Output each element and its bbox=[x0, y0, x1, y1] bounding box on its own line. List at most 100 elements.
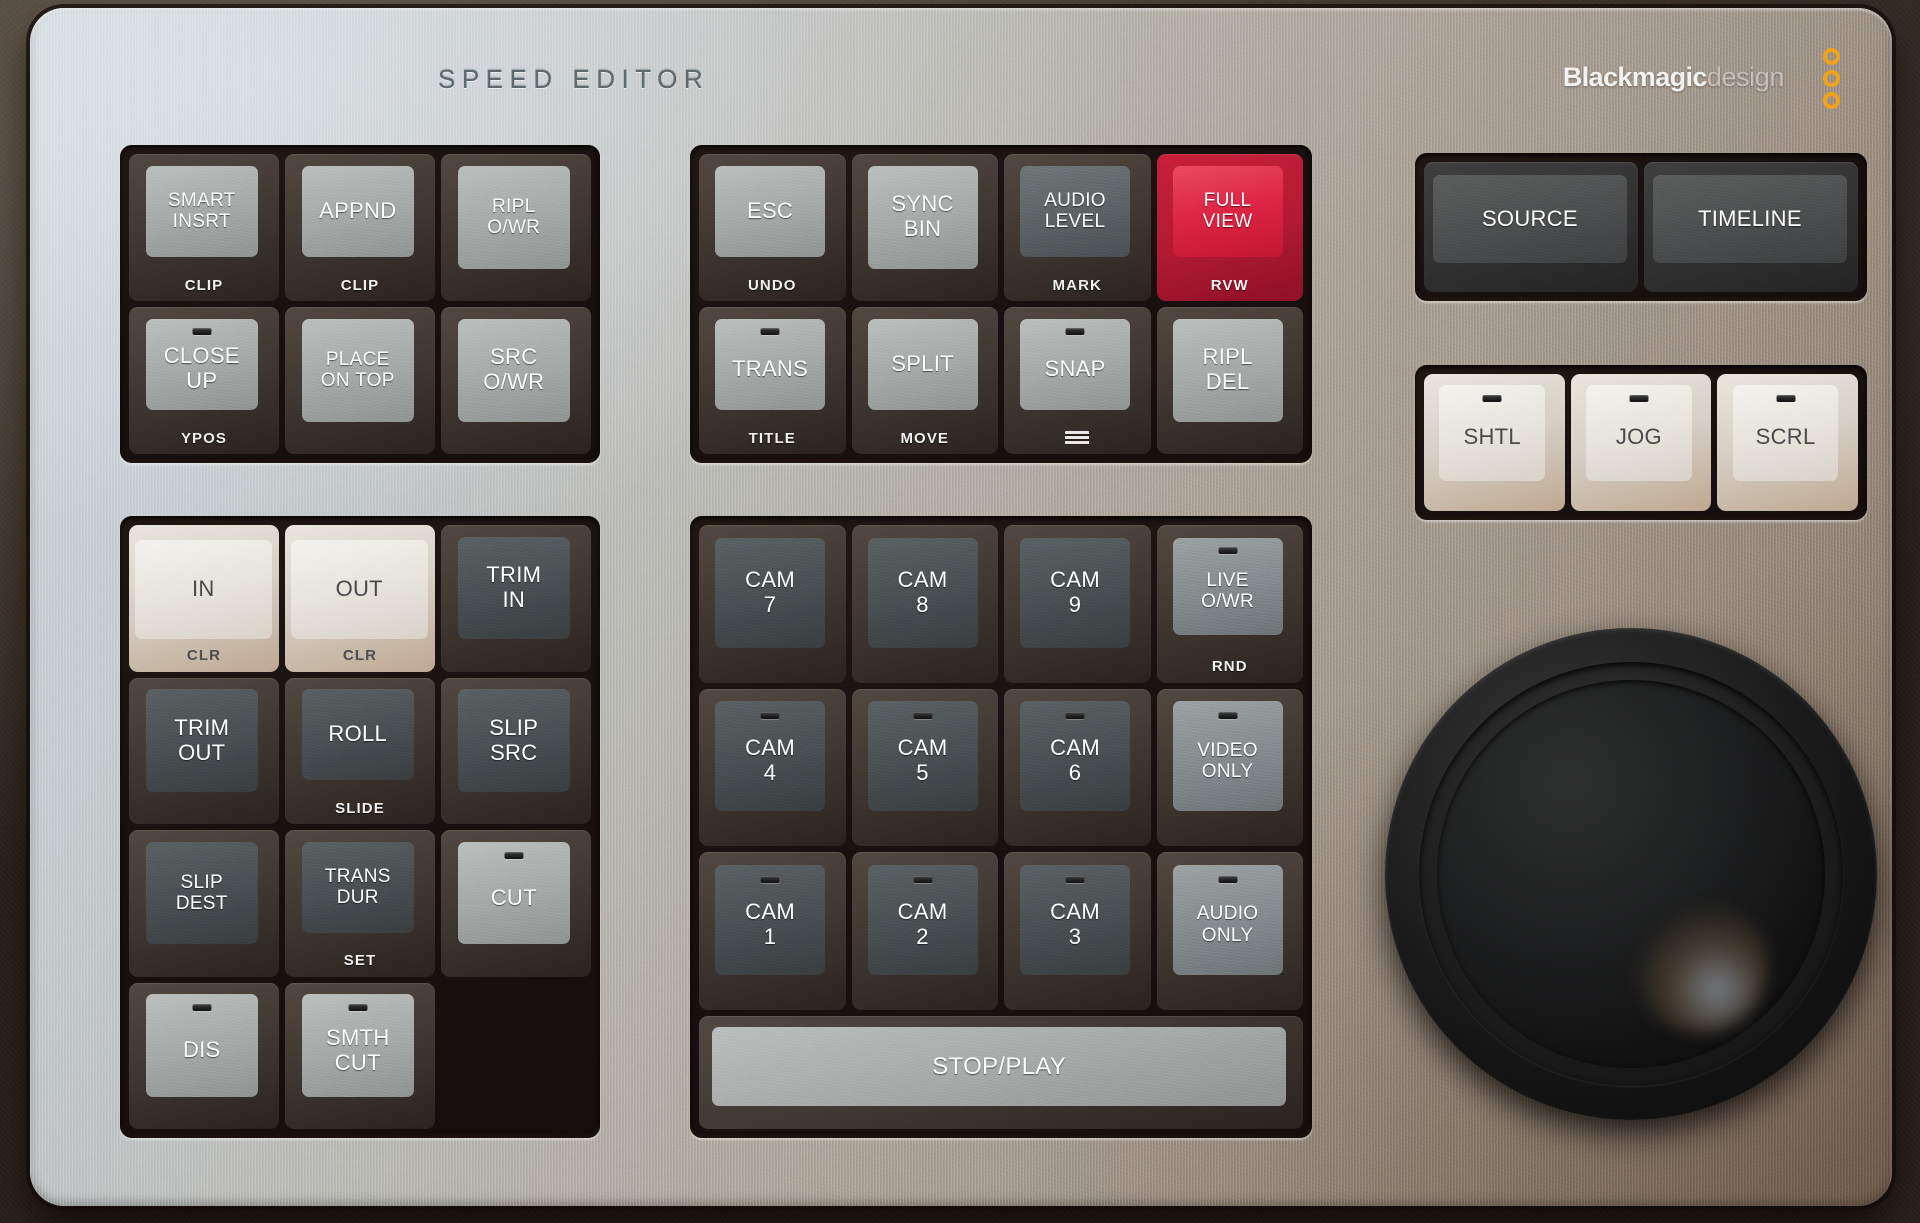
key-trim-in[interactable]: TRIM IN bbox=[441, 525, 591, 672]
key-cam-7[interactable]: CAM 7 bbox=[699, 525, 846, 683]
key-stop-play[interactable]: STOP/PLAY bbox=[699, 1015, 1303, 1129]
key-secondary-label: TITLE bbox=[748, 429, 796, 447]
led-indicator-icon bbox=[348, 1004, 368, 1012]
dial-face bbox=[1437, 680, 1825, 1068]
key-label: TRANS bbox=[732, 355, 809, 381]
brand-secondary: design bbox=[1706, 62, 1785, 92]
led-indicator-icon bbox=[760, 712, 780, 720]
keycap-cam-1: CAM 1 bbox=[715, 864, 825, 976]
key-label: SMART INSRT bbox=[167, 189, 236, 233]
key-dis[interactable]: DIS bbox=[129, 982, 279, 1129]
key-roll[interactable]: ROLL SLIDE bbox=[285, 677, 435, 824]
key-secondary-label: CLIP bbox=[184, 276, 224, 294]
key-slip-dest[interactable]: SLIP DEST bbox=[129, 830, 279, 977]
keycap-appnd: APPND bbox=[301, 165, 414, 258]
keycap-audio-only: AUDIO ONLY bbox=[1172, 864, 1283, 976]
key-label: TRANS DUR bbox=[324, 865, 391, 909]
led-indicator-icon bbox=[1218, 547, 1238, 555]
key-snap[interactable]: SNAP bbox=[1004, 307, 1151, 454]
search-dial[interactable] bbox=[1385, 628, 1877, 1120]
key-ripl-del[interactable]: RIPL DEL bbox=[1156, 307, 1303, 454]
key-cam-6[interactable]: CAM 6 bbox=[1004, 688, 1151, 847]
key-full-view[interactable]: FULL VIEW RVW bbox=[1156, 154, 1303, 301]
key-smart-insrt[interactable]: SMART INSRT CLIP bbox=[129, 154, 279, 301]
key-secondary-label: UNDO bbox=[747, 276, 797, 294]
key-label: APPND bbox=[319, 197, 397, 223]
keycap-jog: JOG bbox=[1586, 384, 1692, 481]
key-video-only[interactable]: VIDEO ONLY bbox=[1156, 688, 1303, 847]
brand-primary: Blackmagic bbox=[1562, 62, 1708, 92]
key-source[interactable]: SOURCE bbox=[1424, 162, 1638, 292]
key-label: SRC O/WR bbox=[483, 344, 545, 395]
keycap-scrl: SCRL bbox=[1732, 384, 1839, 481]
key-sync-bin[interactable]: SYNC BIN bbox=[851, 154, 998, 301]
keycap-sync-bin: SYNC BIN bbox=[867, 165, 978, 269]
key-cam-9[interactable]: CAM 9 bbox=[1004, 525, 1151, 683]
hamburger-icon bbox=[1065, 431, 1090, 446]
key-audio-only[interactable]: AUDIO ONLY bbox=[1156, 852, 1303, 1010]
brand-dots-icon bbox=[1823, 48, 1840, 109]
keycap-source: SOURCE bbox=[1432, 175, 1628, 264]
led-indicator-icon bbox=[913, 712, 933, 720]
key-jog[interactable]: JOG bbox=[1570, 374, 1712, 511]
key-secondary-label: RND bbox=[1211, 657, 1248, 675]
key-cam-5[interactable]: CAM 5 bbox=[851, 688, 998, 847]
key-in[interactable]: IN CLR bbox=[129, 525, 279, 672]
key-cam-4[interactable]: CAM 4 bbox=[699, 688, 846, 847]
led-indicator-icon bbox=[1218, 875, 1238, 883]
key-cut[interactable]: CUT bbox=[441, 830, 591, 977]
keycap-slip-src: SLIP SRC bbox=[457, 689, 570, 792]
keycap-cut: CUT bbox=[457, 841, 570, 945]
key-cam-2[interactable]: CAM 2 bbox=[851, 852, 998, 1010]
key-label: TRIM IN bbox=[486, 562, 542, 612]
keycap-trim-out: TRIM OUT bbox=[145, 689, 258, 792]
brand-logo: Blackmagic design bbox=[1562, 62, 1785, 93]
key-appnd[interactable]: APPND CLIP bbox=[285, 154, 435, 301]
key-smth-cut[interactable]: SMTH CUT bbox=[285, 982, 435, 1129]
keycap-ripl-del: RIPL DEL bbox=[1172, 318, 1283, 422]
key-label: DIS bbox=[182, 1037, 221, 1063]
keycap-shtl: SHTL bbox=[1439, 384, 1545, 481]
key-esc[interactable]: ESC UNDO bbox=[699, 154, 846, 301]
key-shtl[interactable]: SHTL bbox=[1424, 374, 1565, 511]
key-secondary-label: YPOS bbox=[180, 429, 228, 447]
led-indicator-icon bbox=[192, 327, 212, 335]
key-label: TRIM OUT bbox=[174, 714, 230, 765]
key-trim-out[interactable]: TRIM OUT bbox=[129, 677, 279, 824]
keycap-slip-dest: SLIP DEST bbox=[145, 841, 258, 945]
keycap-place-on-top: PLACE ON TOP bbox=[301, 318, 414, 422]
key-label: ROLL bbox=[328, 721, 388, 747]
key-label: CAM 2 bbox=[897, 898, 948, 949]
key-ripl-o-wr[interactable]: RIPL O/WR bbox=[441, 154, 591, 301]
key-place-on-top[interactable]: PLACE ON TOP bbox=[285, 307, 435, 454]
keycap-roll: ROLL bbox=[301, 689, 414, 781]
key-cam-3[interactable]: CAM 3 bbox=[1004, 852, 1151, 1010]
page-title: SPEED EDITOR bbox=[438, 64, 710, 94]
key-trans[interactable]: TRANS TITLE bbox=[699, 307, 846, 454]
key-cam-8[interactable]: CAM 8 bbox=[851, 525, 998, 683]
keycap-smth-cut: SMTH CUT bbox=[301, 994, 414, 1097]
key-trans-dur[interactable]: TRANS DUR SET bbox=[285, 830, 435, 977]
key-label: CAM 6 bbox=[1050, 735, 1100, 786]
keycap-timeline: TIMELINE bbox=[1652, 175, 1848, 264]
key-label: CAM 1 bbox=[745, 898, 795, 949]
key-slip-src[interactable]: SLIP SRC bbox=[441, 677, 591, 824]
key-secondary-label: SET bbox=[343, 952, 377, 970]
key-secondary-label: MARK bbox=[1052, 276, 1102, 294]
timeline-tools-group: ESC UNDO SYNC BIN AUDIO LEVEL MARK FULL VIEW R… bbox=[690, 145, 1312, 463]
key-src-o-wr[interactable]: SRC O/WR bbox=[441, 307, 591, 454]
key-out[interactable]: OUT CLR bbox=[285, 525, 435, 672]
led-indicator-icon bbox=[192, 1004, 212, 1012]
key-label: SPLIT bbox=[891, 350, 954, 376]
key-audio-level[interactable]: AUDIO LEVEL MARK bbox=[1004, 154, 1151, 301]
key-scrl[interactable]: SCRL bbox=[1717, 374, 1858, 511]
key-timeline[interactable]: TIMELINE bbox=[1644, 162, 1858, 292]
key-cam-1[interactable]: CAM 1 bbox=[699, 852, 846, 1010]
key-split[interactable]: SPLIT MOVE bbox=[851, 307, 998, 454]
key-label: CAM 5 bbox=[897, 735, 948, 786]
key-close-up[interactable]: CLOSE UP YPOS bbox=[129, 307, 279, 454]
key-label: IN bbox=[191, 576, 215, 602]
key-live-o-wr[interactable]: LIVE O/WR RND bbox=[1156, 525, 1303, 683]
key-label: SYNC BIN bbox=[891, 191, 954, 242]
key-label: SLIP DEST bbox=[175, 871, 228, 914]
